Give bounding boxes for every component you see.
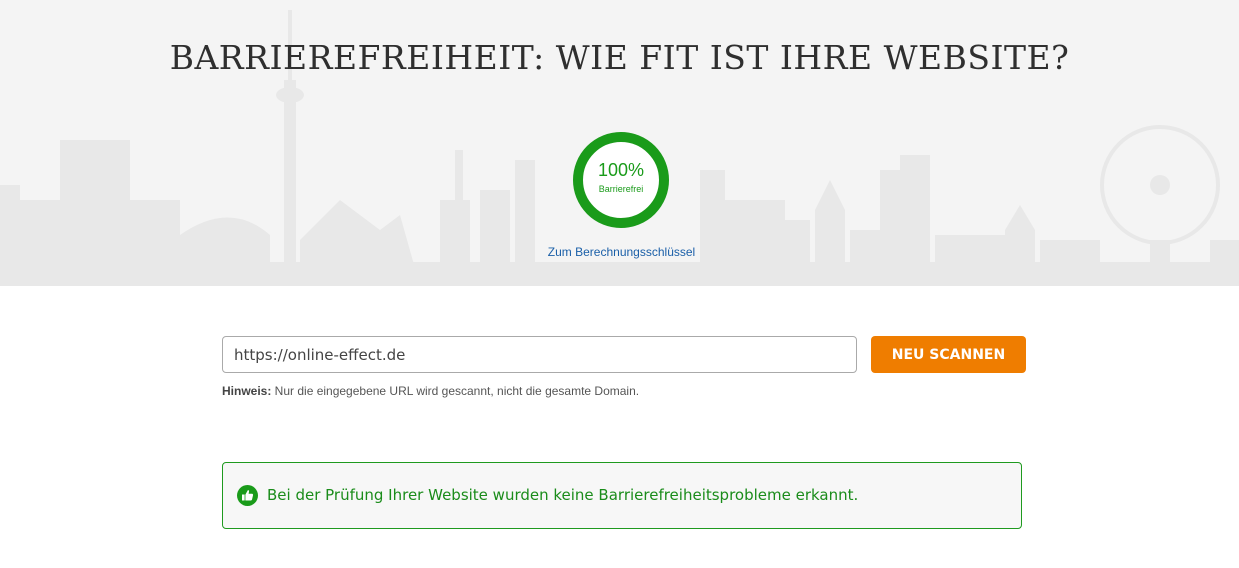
calculation-key-link[interactable]: Zum Berechnungsschlüssel (0, 245, 1239, 259)
page-title: BARRIEREFREIHEIT: WIE FIT IST IHRE WEBSI… (169, 38, 1070, 77)
score-value: 100% (597, 160, 645, 180)
thumbs-up-icon (237, 485, 258, 506)
hint-label: Hinweis: (222, 384, 272, 398)
result-message-box: Bei der Prüfung Ihrer Website wurden kei… (222, 462, 1022, 529)
result-message: Bei der Prüfung Ihrer Website wurden kei… (267, 486, 859, 504)
hint-message: Nur die eingegebene URL wird gescannt, n… (271, 384, 640, 398)
url-input[interactable] (222, 336, 857, 373)
hero-section: BARRIEREFREIHEIT: WIE FIT IST IHRE WEBSI… (0, 0, 1239, 286)
rescan-button[interactable]: NEU SCANNEN (871, 336, 1026, 373)
hint-text: Hinweis: Nur die eingegebene URL wird ge… (222, 384, 639, 398)
score-caption: Barrierefrei (598, 184, 644, 194)
